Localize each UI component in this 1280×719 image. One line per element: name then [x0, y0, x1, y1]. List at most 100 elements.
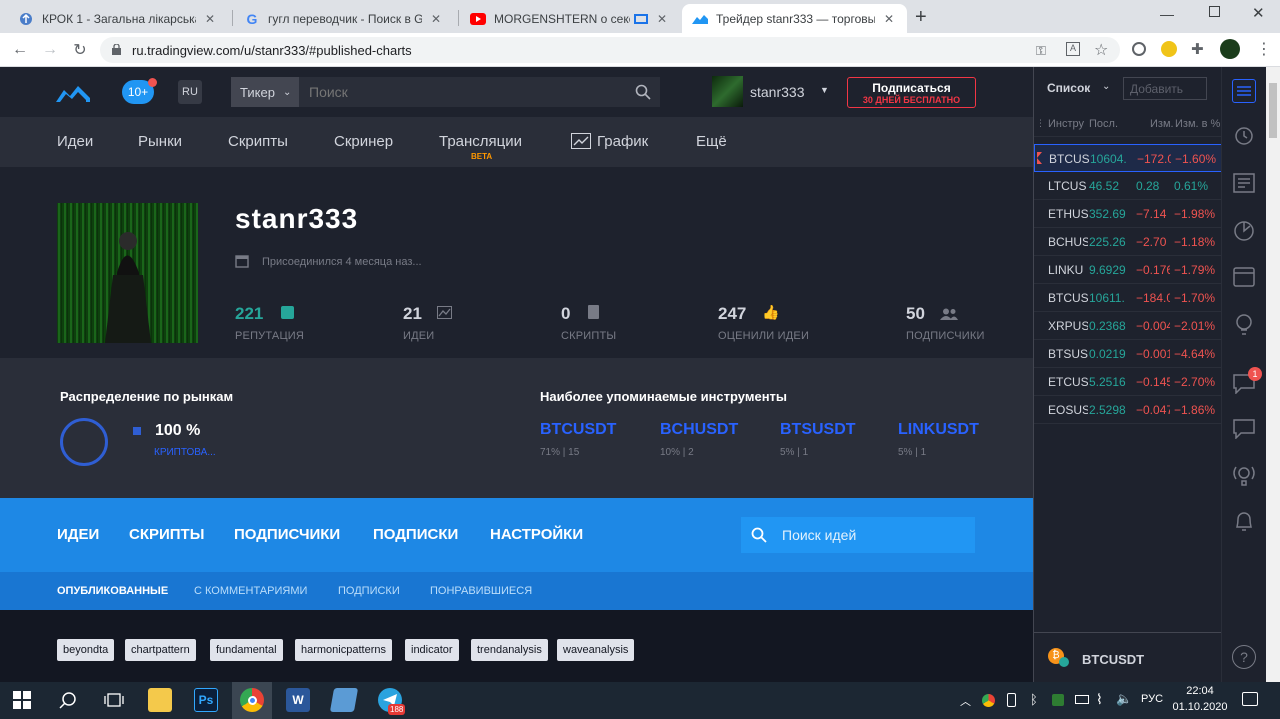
tab-following[interactable]: ПОДПИСКИ [373, 526, 458, 543]
tab-followers[interactable]: ПОДПИСЧИКИ [234, 526, 340, 543]
nav-chart[interactable]: График [597, 133, 648, 150]
close-icon[interactable]: ✕ [202, 12, 218, 26]
bluetooth-icon[interactable]: ᛒ [1030, 692, 1038, 707]
clock-date[interactable]: 01.10.2020 [1172, 701, 1228, 713]
ideas-value[interactable]: 21 [403, 304, 422, 324]
add-symbol-input[interactable]: Добавить [1123, 77, 1207, 100]
new-tab-button[interactable]: + [915, 6, 927, 29]
language-indicator[interactable]: РУС [1141, 693, 1163, 705]
wifi-icon[interactable]: ⌇ [1096, 691, 1103, 708]
chevron-down-icon[interactable]: ⌄ [1102, 81, 1110, 92]
instrument-link[interactable]: BTSUSDT [780, 421, 856, 439]
close-icon[interactable]: ✕ [654, 12, 670, 26]
caret-down-icon[interactable]: ▼ [820, 85, 829, 95]
coin-extension-icon[interactable] [1161, 41, 1177, 57]
maximize-icon[interactable] [1209, 6, 1220, 17]
language-button[interactable]: RU [178, 80, 202, 104]
tray-app-icon[interactable] [1052, 694, 1064, 706]
key-icon[interactable]: ⚿ [1036, 43, 1046, 59]
scrollbar[interactable] [1266, 67, 1280, 682]
ticker-dropdown[interactable]: Тикер ⌄ [231, 77, 299, 107]
watchlist-icon[interactable] [1232, 79, 1256, 103]
chrome-icon[interactable] [240, 688, 264, 712]
watchlist-row[interactable]: BTSUS 0.0219 −0.001 −4.64% [1034, 340, 1222, 368]
tag-chip[interactable]: fundamental [210, 639, 283, 661]
tag-chip[interactable]: trendanalysis [471, 639, 548, 661]
column-change[interactable]: Изм. [1150, 118, 1174, 130]
watchlist-row[interactable]: ETHUS 352.69 −7.14 −1.98% [1034, 200, 1222, 228]
selected-symbol[interactable]: BTCUSDT [1082, 652, 1144, 667]
help-icon[interactable]: ? [1232, 645, 1256, 669]
browser-tab-2[interactable]: G гугл переводчик - Поиск в Goo ✕ [234, 4, 454, 33]
avatar[interactable] [1220, 39, 1240, 59]
tag-chip[interactable]: harmonicpatterns [295, 639, 392, 661]
tradingview-logo-icon[interactable] [56, 84, 90, 107]
clock-time[interactable]: 22:04 [1172, 685, 1228, 697]
puzzle-icon[interactable]: ✚ [1191, 40, 1204, 58]
subtab-published[interactable]: ОПУБЛИКОВАННЫЕ [57, 585, 168, 597]
tab-ideas[interactable]: ИДЕИ [57, 526, 99, 543]
task-view-icon[interactable] [102, 688, 126, 712]
avatar[interactable] [712, 76, 743, 107]
browser-tab-1[interactable]: КРОК 1 - Загальна лікарська пі ✕ [8, 4, 228, 33]
search-input[interactable] [299, 77, 660, 107]
close-icon[interactable]: ✕ [881, 12, 897, 26]
battery-icon[interactable] [1075, 695, 1089, 704]
translate-icon[interactable]: A [1066, 42, 1080, 56]
close-icon[interactable]: ✕ [428, 12, 444, 26]
watchlist-row[interactable]: BTCUS 10611. −184.0 −1.70% [1034, 284, 1222, 312]
tray-chrome-icon[interactable] [982, 694, 995, 707]
subtab-subscriptions[interactable]: ПОДПИСКИ [338, 585, 400, 597]
watchlist-row[interactable]: BCHUS 225.26 −2.70 −1.18% [1034, 228, 1222, 256]
calendar-icon[interactable] [1232, 264, 1256, 288]
forward-icon[interactable]: → [40, 40, 60, 60]
window-close-icon[interactable]: ✕ [1252, 4, 1265, 22]
streams-icon[interactable] [1232, 463, 1256, 487]
ideas-search-box[interactable]: Поиск идей [741, 517, 975, 553]
hotlist-icon[interactable] [1232, 219, 1256, 243]
watchlist-row[interactable]: EOSUS 2.5298 −0.047 −1.86% [1034, 396, 1222, 424]
word-icon[interactable]: W [286, 688, 310, 712]
notepad-icon[interactable] [329, 688, 359, 712]
nav-screener[interactable]: Скринер [334, 133, 393, 150]
watchlist-row[interactable]: XRPUS 0.2368 −0.004 −2.01% [1034, 312, 1222, 340]
minimize-icon[interactable]: — [1160, 6, 1174, 22]
nav-streams[interactable]: Трансляции [439, 133, 522, 150]
watchlist-row[interactable]: BTCUS 10604. −172.0 −1.60% [1034, 144, 1222, 172]
search-icon[interactable] [56, 688, 80, 712]
tab-scripts[interactable]: СКРИПТЫ [129, 526, 204, 543]
watchlist-title[interactable]: Список [1047, 81, 1090, 95]
private-chat-icon[interactable] [1232, 417, 1256, 441]
nav-ideas[interactable]: Идеи [57, 133, 93, 150]
watchlist-row[interactable]: ETCUS 5.2516 −0.145 −2.70% [1034, 368, 1222, 396]
instrument-link[interactable]: LINKUSDT [898, 421, 979, 439]
tray-chevron-icon[interactable]: ︿ [960, 693, 971, 709]
header-username[interactable]: stanr333 [750, 84, 804, 100]
nav-more[interactable]: Ещё [696, 133, 727, 150]
browser-tab-4[interactable]: Трейдер stanr333 — торговые и ✕ [682, 4, 907, 33]
address-bar[interactable]: ru.tradingview.com/u/stanr333/#published… [100, 37, 1120, 63]
subtab-liked[interactable]: ПОНРАВИВШИЕСЯ [430, 585, 532, 597]
tag-chip[interactable]: beyondta [57, 639, 115, 661]
column-change-pct[interactable]: Изм. в % [1175, 118, 1220, 130]
browser-tab-3[interactable]: MORGENSHTERN о сексе за ✕ [460, 4, 680, 33]
reload-icon[interactable]: ↻ [70, 40, 90, 60]
subscribe-button[interactable]: Подписаться 30 ДНЕЙ БЕСПЛАТНО [847, 77, 976, 108]
file-explorer-icon[interactable] [148, 688, 172, 712]
volume-icon[interactable]: 🔈 [1116, 691, 1132, 707]
column-last[interactable]: Посл. [1089, 118, 1118, 130]
menu-dots-icon[interactable]: ⋮ [1256, 39, 1272, 59]
globe-extension-icon[interactable] [1132, 42, 1146, 56]
instrument-link[interactable]: BCHUSDT [660, 421, 738, 439]
nav-markets[interactable]: Рынки [138, 133, 182, 150]
photoshop-icon[interactable]: Ps [194, 688, 218, 712]
followers-value[interactable]: 50 [906, 304, 925, 324]
lightbulb-icon[interactable] [1232, 313, 1256, 337]
watchlist-row[interactable]: LTCUS 46.52 0.28 0.61% [1034, 172, 1222, 200]
back-icon[interactable]: ← [10, 40, 30, 60]
tag-chip[interactable]: waveanalysis [557, 639, 635, 661]
windows-start-icon[interactable] [10, 688, 34, 712]
news-icon[interactable] [1232, 171, 1256, 195]
tag-chip[interactable]: chartpattern [125, 639, 196, 661]
tag-chip[interactable]: indicator [405, 639, 459, 661]
